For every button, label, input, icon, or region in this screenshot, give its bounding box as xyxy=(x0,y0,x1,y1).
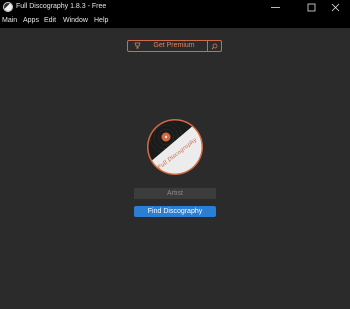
menu-item-apps[interactable]: Apps xyxy=(23,17,39,24)
get-premium-bar[interactable]: Get Premium xyxy=(127,40,222,52)
artist-input[interactable] xyxy=(134,188,216,199)
close-icon[interactable] xyxy=(320,0,350,14)
title-bar[interactable]: Full Discography 1.8.3 - Free xyxy=(0,0,350,14)
find-discography-button[interactable]: Find Discography xyxy=(134,206,216,217)
divider xyxy=(207,41,208,51)
menu-item-help[interactable]: Help xyxy=(94,17,108,24)
minimize-icon[interactable] xyxy=(260,0,290,14)
search-icon[interactable] xyxy=(209,42,220,51)
menu-item-main[interactable]: Main xyxy=(2,17,17,24)
menu-item-edit[interactable]: Edit xyxy=(44,17,56,24)
menu-item-window[interactable]: Window xyxy=(63,17,88,24)
menu-bar: Main Apps Edit Window Help xyxy=(0,14,350,28)
vinyl-record-logo: Full Discography xyxy=(147,119,203,175)
get-premium-button[interactable]: Get Premium xyxy=(142,42,206,49)
window-title: Full Discography 1.8.3 - Free xyxy=(16,3,107,10)
app-logo-icon xyxy=(3,2,13,12)
crown-icon xyxy=(134,42,141,51)
